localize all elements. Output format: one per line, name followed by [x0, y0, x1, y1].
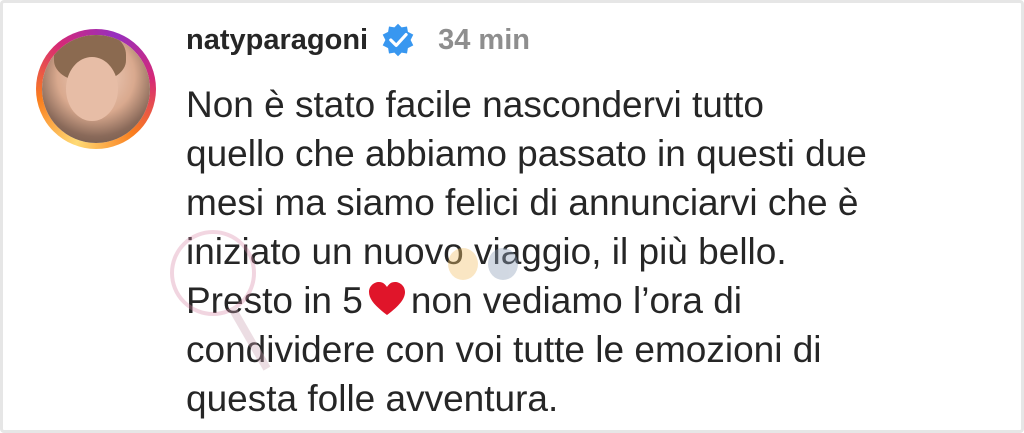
caption-line: questa folle avventura. — [186, 378, 559, 419]
story-avatar-ring[interactable] — [36, 29, 156, 149]
caption-line: quello che abbiamo passato in questi due — [186, 133, 867, 174]
timestamp: 34 min — [438, 23, 530, 56]
avatar-face — [66, 57, 118, 121]
username[interactable]: natyparagoni — [186, 24, 368, 57]
caption-line: iniziato un nuovo viaggio, il più bello. — [186, 231, 787, 272]
caption-line: condividere con voi tutte le emozioni di — [186, 329, 822, 370]
avatar[interactable] — [42, 35, 150, 143]
caption-fragment: non vediamo l’ora di — [410, 280, 743, 321]
verified-badge-icon — [382, 23, 414, 57]
caption-line: mesi ma siamo felici di annunciarvi che … — [186, 182, 859, 223]
caption-line-with-heart: Presto in 5 non vediamo l’ora di — [186, 276, 986, 325]
caption-line: Non è stato facile nascondervi tutto — [186, 84, 764, 125]
caption-text: Non è stato facile nascondervi tutto que… — [186, 80, 986, 423]
post-header: natyparagoni 34 min — [186, 22, 530, 58]
caption-fragment: Presto in 5 — [186, 280, 363, 321]
red-heart-icon — [368, 282, 405, 315]
